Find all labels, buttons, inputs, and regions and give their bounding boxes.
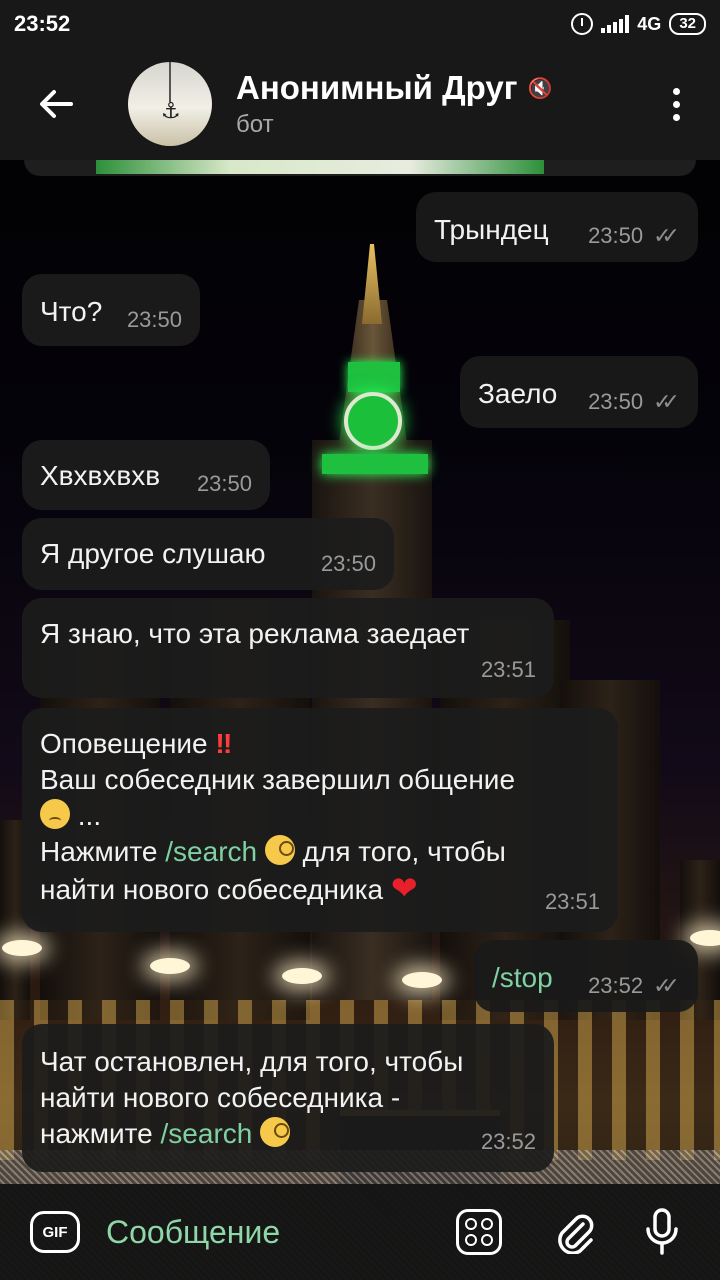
message-text: для того, чтобы bbox=[294, 836, 506, 867]
message-text: найти нового собеседника bbox=[40, 874, 391, 905]
chat-subtitle: бот bbox=[236, 111, 274, 138]
alarm-icon bbox=[571, 13, 594, 35]
message-time: 23:51 bbox=[544, 889, 600, 914]
sticker-grid-icon bbox=[465, 1218, 477, 1230]
message-time: 23:50 bbox=[196, 471, 252, 496]
heart-icon: ❤ bbox=[390, 870, 418, 906]
message-text: Хвхвхвхв bbox=[40, 460, 161, 491]
anchor-icon: ⚓ bbox=[161, 98, 181, 123]
back-button[interactable] bbox=[28, 76, 84, 132]
chat-info[interactable]: Анонимный Друг 🔇 бот bbox=[236, 69, 552, 139]
chat-title: Анонимный Друг bbox=[236, 69, 518, 106]
status-icons: 4G 32 bbox=[571, 13, 706, 35]
status-time: 23:52 bbox=[14, 11, 71, 36]
message-outgoing[interactable]: Трындец 23:50 ✓✓ bbox=[416, 192, 698, 262]
message-incoming[interactable]: Я другое слушаю 23:50 bbox=[22, 518, 394, 590]
dot-icon bbox=[672, 100, 680, 108]
message-text: Нажмите bbox=[40, 836, 166, 867]
chat-title-row: Анонимный Друг 🔇 bbox=[236, 69, 552, 107]
read-ticks-icon: ✓✓ bbox=[653, 973, 680, 998]
read-ticks-icon: ✓✓ bbox=[653, 223, 680, 248]
search-command-link[interactable]: /search bbox=[165, 836, 257, 867]
message-incoming[interactable]: Я знаю, что эта реклама заедает 23:51 bbox=[22, 598, 554, 698]
message-line: нажмите /search bbox=[40, 1116, 550, 1152]
message-time: 23:50 bbox=[588, 223, 644, 248]
stop-command-link[interactable]: /stop bbox=[492, 960, 553, 996]
message-line: найти нового собеседника - bbox=[40, 1082, 401, 1113]
message-incoming[interactable]: Хвхвхвхв 23:50 bbox=[22, 440, 270, 510]
monocle-face-icon bbox=[260, 1117, 291, 1147]
read-ticks-icon: ✓✓ bbox=[653, 389, 680, 414]
signal-icon bbox=[601, 15, 630, 33]
double-exclamation-icon: ‼ bbox=[215, 728, 233, 759]
pensive-face-icon bbox=[40, 799, 70, 829]
chat-header: ⚓ Анонимный Друг 🔇 бот bbox=[0, 48, 720, 160]
message-time: 23:50 bbox=[126, 307, 182, 332]
message-text: Что? bbox=[40, 296, 103, 327]
microphone-button[interactable] bbox=[642, 1206, 682, 1258]
avatar[interactable]: ⚓ bbox=[128, 62, 212, 146]
battery-icon: 32 bbox=[669, 13, 706, 35]
network-type: 4G bbox=[637, 13, 662, 34]
gif-button[interactable]: GIF bbox=[30, 1211, 80, 1253]
message-text: Я знаю, что эта реклама заедает bbox=[40, 618, 470, 649]
message-line: ... bbox=[40, 798, 610, 834]
message-line: найти нового собеседника ❤ bbox=[40, 870, 610, 908]
previous-media-image bbox=[96, 160, 544, 174]
arrow-left-icon bbox=[40, 90, 73, 118]
sticker-button[interactable] bbox=[456, 1209, 502, 1255]
message-text: Трындец bbox=[434, 214, 549, 245]
message-text: Я другое слушаю bbox=[40, 538, 266, 569]
battery-level: 32 bbox=[679, 15, 696, 32]
message-body: Чат остановлен, для того, чтобы найти но… bbox=[40, 1044, 550, 1152]
message-line: Нажмите /search для того, чтобы bbox=[40, 834, 610, 870]
paperclip-icon bbox=[558, 1214, 594, 1254]
message-input[interactable] bbox=[106, 1202, 436, 1262]
message-line: Оповещение ‼ bbox=[40, 726, 610, 762]
message-text: нажмите bbox=[40, 1118, 161, 1149]
microphone-icon bbox=[646, 1208, 678, 1255]
message-line: Чат остановлен, для того, чтобы bbox=[40, 1046, 464, 1077]
message-outgoing[interactable]: /stop 23:52 ✓✓ bbox=[474, 940, 698, 1012]
status-bar: 23:52 4G 32 bbox=[0, 0, 720, 48]
message-time: 23:51 bbox=[480, 657, 536, 682]
message-text: Заело bbox=[478, 378, 558, 409]
message-time: 23:50 bbox=[320, 551, 376, 576]
message-outgoing[interactable]: Заело 23:50 ✓✓ bbox=[460, 356, 698, 428]
search-command-link[interactable]: /search bbox=[161, 1118, 253, 1149]
more-options-button[interactable] bbox=[666, 87, 686, 121]
message-composer: GIF bbox=[0, 1184, 720, 1280]
dot-icon bbox=[672, 87, 680, 95]
message-incoming[interactable]: Оповещение ‼ Ваш собеседник завершил общ… bbox=[22, 708, 618, 932]
dot-icon bbox=[672, 113, 680, 121]
message-text: ... bbox=[70, 800, 102, 831]
message-time: 23:52 bbox=[588, 973, 644, 998]
message-incoming[interactable]: Чат остановлен, для того, чтобы найти но… bbox=[22, 1024, 554, 1172]
monocle-face-icon bbox=[264, 835, 295, 865]
message-time: 23:50 bbox=[588, 389, 644, 414]
attach-button[interactable] bbox=[552, 1209, 598, 1255]
message-body: Оповещение ‼ Ваш собеседник завершил общ… bbox=[40, 726, 610, 908]
muted-icon: 🔇 bbox=[527, 77, 553, 100]
message-incoming[interactable]: Что? 23:50 bbox=[22, 274, 200, 346]
message-time: 23:52 bbox=[480, 1129, 536, 1154]
message-text: Оповещение bbox=[40, 728, 208, 759]
message-line: Ваш собеседник завершил общение bbox=[40, 764, 516, 795]
